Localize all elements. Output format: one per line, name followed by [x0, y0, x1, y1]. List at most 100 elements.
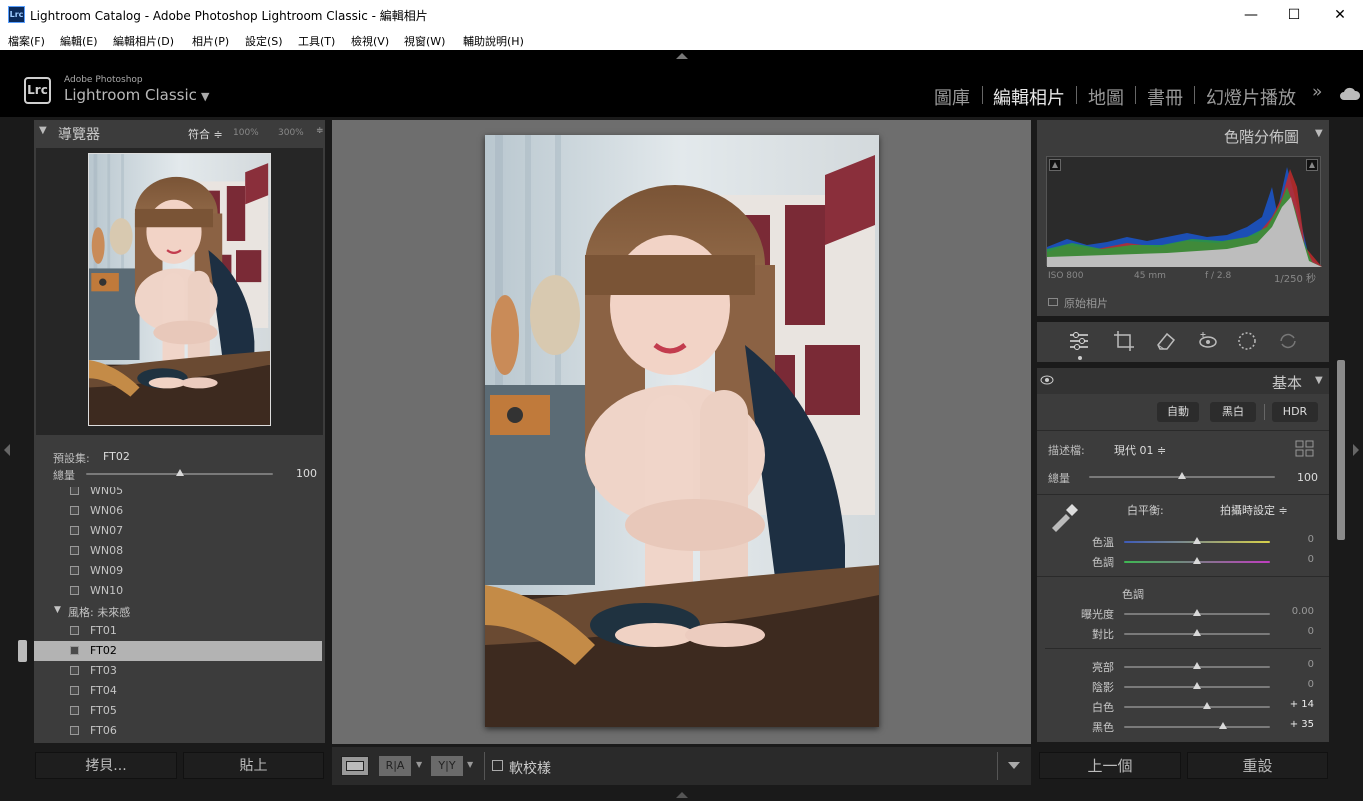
slider-thumb[interactable]: [1218, 722, 1227, 729]
white-balance-select[interactable]: 拍攝時設定 ≑: [1220, 502, 1288, 518]
shadow-clipping-icon[interactable]: [1049, 159, 1061, 171]
basic-collapse-icon[interactable]: ▼: [1315, 375, 1323, 386]
module-map[interactable]: 地圖: [1088, 84, 1124, 110]
menu-file[interactable]: 檔案(F): [8, 33, 45, 49]
slider-track[interactable]: [1124, 726, 1270, 728]
module-slideshow[interactable]: 幻燈片播放: [1206, 84, 1296, 110]
slider-value[interactable]: 0.00: [1274, 606, 1314, 617]
zoom-fit[interactable]: 符合 ≑: [188, 126, 223, 142]
original-photo-checkbox[interactable]: [1048, 298, 1058, 306]
slider-thumb[interactable]: [1193, 682, 1201, 689]
toolbar-menu-icon[interactable]: [1008, 762, 1020, 769]
menu-settings[interactable]: 設定(S): [245, 33, 283, 49]
ra-dropdown-icon[interactable]: ▼: [416, 760, 422, 769]
preset-item[interactable]: WN07: [34, 521, 322, 541]
slider-value[interactable]: 0: [1274, 679, 1314, 690]
profile-browser-icon[interactable]: [1295, 440, 1315, 458]
slider-value[interactable]: 0: [1274, 626, 1314, 637]
previous-button[interactable]: 上一個: [1039, 752, 1181, 779]
right-panel-toggle-icon[interactable]: [1353, 444, 1359, 456]
before-after-ra-button[interactable]: R|A: [379, 756, 411, 776]
eye-icon[interactable]: [1040, 375, 1054, 385]
preset-item[interactable]: FT05: [34, 701, 322, 721]
preset-item[interactable]: FT06: [34, 721, 322, 741]
black-white-button[interactable]: 黑白: [1210, 402, 1256, 422]
navigator-collapse-icon[interactable]: ▼: [39, 125, 47, 136]
preset-label: WN10: [90, 584, 124, 597]
zoom-100[interactable]: 100%: [233, 128, 259, 138]
preset-item[interactable]: WN09: [34, 561, 322, 581]
slider-value[interactable]: 0: [1274, 659, 1314, 670]
zoom-300[interactable]: 300%: [278, 128, 304, 138]
hdr-button[interactable]: HDR: [1272, 402, 1318, 422]
module-book[interactable]: 書冊: [1147, 84, 1183, 110]
module-develop[interactable]: 編輯相片: [993, 84, 1065, 110]
menu-edit[interactable]: 編輯(E): [60, 33, 98, 49]
slider-thumb[interactable]: [1193, 629, 1201, 636]
slider-thumb[interactable]: [1203, 702, 1212, 709]
auto-button[interactable]: 自動: [1157, 402, 1199, 422]
healing-eraser-icon[interactable]: [1155, 330, 1177, 352]
sync-icon[interactable]: [1277, 330, 1299, 352]
loupe-view-button[interactable]: [341, 756, 369, 776]
zoom-arrows-icon[interactable]: ≑: [316, 126, 324, 136]
toolbar-divider: [484, 752, 485, 780]
maximize-button[interactable]: ☐: [1284, 5, 1304, 25]
close-button[interactable]: ✕: [1330, 5, 1350, 25]
soft-proof-checkbox[interactable]: [492, 760, 503, 771]
slider-thumb[interactable]: [1193, 662, 1201, 669]
preset-item[interactable]: FT04: [34, 681, 322, 701]
right-scrollbar[interactable]: [1337, 360, 1345, 540]
slider-thumb[interactable]: [1193, 557, 1201, 564]
preset-item[interactable]: FT01: [34, 621, 322, 641]
white-balance-picker-icon[interactable]: [1048, 500, 1082, 532]
menu-help[interactable]: 輔助說明(H): [463, 33, 524, 49]
slider-track[interactable]: [1124, 706, 1270, 708]
main-photo[interactable]: [485, 135, 879, 727]
menu-develop[interactable]: 編輯相片(D): [113, 33, 174, 49]
slider-value[interactable]: + 35: [1274, 719, 1314, 730]
highlight-clipping-icon[interactable]: [1306, 159, 1318, 171]
top-panel-toggle-icon[interactable]: [676, 53, 688, 59]
profile-amount-thumb[interactable]: [1178, 472, 1186, 479]
preset-item[interactable]: WN05: [34, 487, 322, 501]
navigator-thumbnail[interactable]: [88, 153, 271, 426]
slider-value[interactable]: + 14: [1274, 699, 1314, 710]
cloud-sync-icon[interactable]: [1339, 85, 1361, 103]
red-eye-icon[interactable]: [1197, 330, 1219, 352]
preset-item[interactable]: WN08: [34, 541, 322, 561]
preset-item[interactable]: FT03: [34, 661, 322, 681]
menu-window[interactable]: 視窗(W): [404, 33, 445, 49]
menu-photo[interactable]: 相片(P): [192, 33, 229, 49]
preset-amount-thumb[interactable]: [175, 469, 184, 476]
histogram-collapse-icon[interactable]: ▼: [1315, 128, 1323, 139]
yy-dropdown-icon[interactable]: ▼: [467, 760, 473, 769]
preset-label: FT03: [90, 664, 117, 677]
copy-button[interactable]: 拷貝...: [35, 752, 177, 779]
left-panel-toggle-icon[interactable]: [4, 444, 10, 456]
paste-button[interactable]: 貼上: [183, 752, 324, 779]
preset-group[interactable]: ▼ 風格: 未來感: [34, 601, 322, 621]
crop-icon[interactable]: [1113, 330, 1135, 352]
preset-item[interactable]: WN06: [34, 501, 322, 521]
more-modules-icon[interactable]: »: [1312, 82, 1322, 102]
reset-button[interactable]: 重設: [1187, 752, 1328, 779]
preset-item[interactable]: FT02: [34, 641, 322, 661]
module-library[interactable]: 圖庫: [934, 84, 970, 110]
menu-view[interactable]: 檢視(V): [351, 33, 389, 49]
menu-tools[interactable]: 工具(T): [298, 33, 335, 49]
masking-icon[interactable]: [1236, 330, 1258, 352]
profile-select[interactable]: 現代 01 ≑: [1114, 442, 1166, 458]
minimize-button[interactable]: —: [1241, 5, 1261, 25]
slider-value[interactable]: 0: [1274, 554, 1314, 565]
edit-sliders-icon[interactable]: [1068, 330, 1090, 352]
before-after-yy-button[interactable]: Y|Y: [431, 756, 463, 776]
identity-menu-arrow-icon[interactable]: ▼: [201, 90, 209, 103]
slider-thumb[interactable]: [1193, 609, 1201, 616]
left-scrollbar[interactable]: [18, 640, 27, 662]
filmstrip-toggle-icon[interactable]: [676, 792, 688, 798]
group-expand-icon[interactable]: ▼: [54, 605, 61, 615]
slider-thumb[interactable]: [1193, 537, 1201, 544]
preset-item[interactable]: WN10: [34, 581, 322, 601]
slider-value[interactable]: 0: [1274, 534, 1314, 545]
